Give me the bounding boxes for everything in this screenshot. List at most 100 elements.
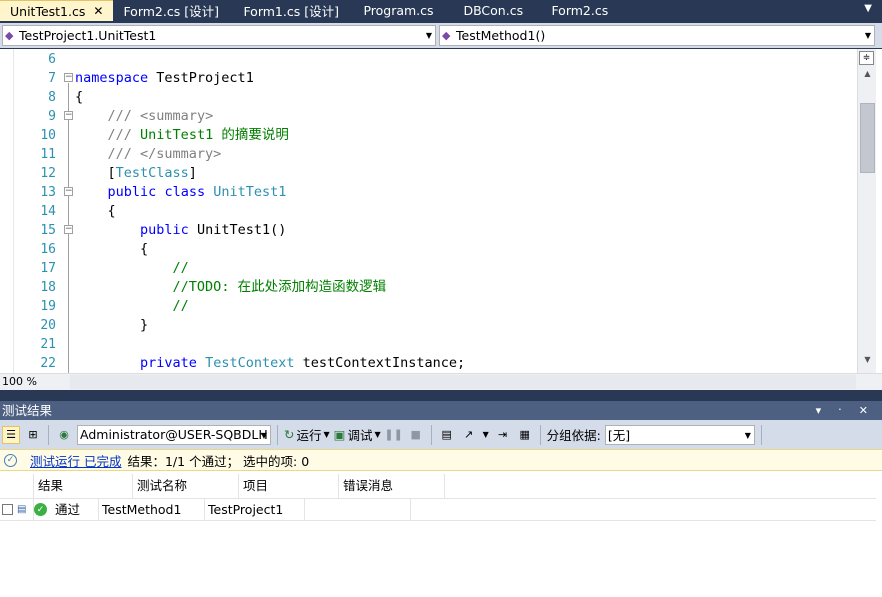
import-icon[interactable]: ▤	[438, 426, 456, 444]
tab-label: Form2.cs [设计]	[123, 4, 219, 19]
collapse-icon[interactable]: −	[64, 111, 73, 120]
code-editor[interactable]: 6 7 namespace TestProject1 8{9 /// <summary…	[0, 49, 882, 373]
fold-guide	[68, 121, 69, 161]
line-number: 13	[40, 185, 56, 200]
code-line[interactable]: 13 public class UnitTest1	[0, 183, 856, 202]
col-project[interactable]: 项目	[239, 474, 339, 498]
group-by-combo[interactable]: [无] ▼	[604, 424, 755, 445]
chevron-down-icon[interactable]: ▼	[745, 431, 751, 440]
line-number: 20	[40, 318, 56, 333]
code-text: /// UnitTest1 的摘要说明	[107, 127, 289, 143]
code-line[interactable]: 19 //	[0, 297, 856, 316]
chevron-down-icon[interactable]: ▼	[482, 426, 490, 444]
code-text: /// <summary>	[107, 108, 214, 124]
tree-view-icon[interactable]: ⊞	[24, 426, 42, 444]
pause-icon[interactable]: ❚❚	[384, 426, 402, 444]
run-button[interactable]: ↻ 运行 ▼	[284, 425, 330, 444]
server-icon[interactable]: ◉	[55, 426, 73, 444]
tab-program[interactable]: Program.cs	[353, 0, 453, 21]
group-by-value: [无]	[607, 428, 631, 443]
collapse-icon[interactable]: −	[64, 187, 73, 196]
chevron-down-icon[interactable]: ▼	[426, 31, 432, 40]
split-icon[interactable]: ≑	[859, 51, 874, 65]
publish-icon[interactable]: ⇥	[494, 426, 512, 444]
scroll-down-icon[interactable]: ▼	[858, 355, 877, 371]
scroll-thumb[interactable]	[860, 103, 875, 173]
pane-title-text: 测试结果	[2, 403, 53, 418]
tab-dbcon[interactable]: DBCon.cs	[453, 0, 541, 21]
col-error[interactable]: 错误消息	[339, 474, 445, 498]
result-text: 通过	[55, 501, 81, 517]
code-line[interactable]: 9 /// <summary>	[0, 107, 856, 126]
results-toolbar: ☰ ⊞ ◉ Administrator@USER-SQBDLH ▼ ↻ 运行 ▼ ▣…	[0, 420, 882, 449]
stop-icon[interactable]: ■	[407, 426, 425, 444]
navigation-bar: ◆ TestProject1.UnitTest1 ▼ ◆ TestMethod1…	[0, 23, 882, 48]
list-view-icon[interactable]: ☰	[2, 425, 20, 444]
line-number: 18	[40, 280, 56, 295]
col-result[interactable]: 结果	[34, 474, 133, 498]
code-line[interactable]: 8{	[0, 88, 856, 107]
tab-form1-design[interactable]: Form1.cs [设计]	[233, 0, 353, 21]
code-line[interactable]: 14 {	[0, 202, 856, 221]
export-icon[interactable]: ↗	[460, 426, 478, 444]
type-combo-value: TestProject1.UnitTest1	[19, 28, 157, 43]
pane-controls[interactable]: ▾ ᛫ ✕	[816, 401, 874, 420]
type-combo[interactable]: ◆ TestProject1.UnitTest1 ▼	[2, 25, 436, 46]
code-line[interactable]: 17 //	[0, 259, 856, 278]
line-number: 14	[40, 204, 56, 219]
tab-unittest1[interactable]: UnitTest1.cs ✕	[0, 0, 114, 21]
line-number: 21	[40, 337, 56, 352]
results-icon[interactable]: ▦	[516, 426, 534, 444]
chevron-down-icon: ▼	[374, 430, 381, 439]
chevron-down-icon: ▼	[323, 430, 330, 439]
pane-title: 测试结果 ▾ ᛫ ✕	[0, 401, 882, 420]
toolbar-separator	[760, 424, 762, 445]
cell-error	[305, 498, 411, 521]
scroll-up-icon[interactable]: ▲	[858, 69, 877, 85]
tab-label: DBCon.cs	[463, 3, 524, 18]
horizontal-scrollbar[interactable]	[70, 375, 856, 389]
col-test-name[interactable]: 测试名称	[133, 474, 239, 498]
tab-form2-design[interactable]: Form2.cs [设计]	[113, 0, 233, 21]
tab-dropdown-icon[interactable]: ▼	[864, 3, 872, 14]
collapse-icon[interactable]: −	[64, 73, 73, 82]
code-text: private TestContext testContextInstance;	[140, 355, 466, 371]
zoom-level[interactable]: 100 %	[2, 375, 37, 388]
run-config-combo[interactable]: Administrator@USER-SQBDLH ▼	[77, 424, 271, 445]
code-text: //	[172, 298, 189, 314]
code-line[interactable]: 12 [TestClass]	[0, 164, 856, 183]
table-row[interactable]: ▤ ✓ 通过 TestMethod1 TestProject1	[0, 498, 876, 521]
code-line[interactable]: 11 /// </summary>	[0, 145, 856, 164]
run-status-link[interactable]: 测试运行 已完成	[30, 451, 121, 470]
chevron-down-icon[interactable]: ▼	[865, 31, 871, 40]
line-number: 7	[48, 71, 56, 86]
run-icon: ↻	[284, 427, 295, 442]
code-line[interactable]: 21	[0, 335, 856, 354]
pass-icon: ✓	[34, 503, 47, 516]
code-text: }	[75, 317, 149, 333]
chevron-down-icon[interactable]: ▼	[261, 431, 267, 440]
toolbar-separator	[48, 424, 49, 445]
line-number: 22	[40, 356, 56, 371]
code-text: namespace TestProject1	[75, 70, 254, 86]
code-line[interactable]: 10 /// UnitTest1 的摘要说明	[0, 126, 856, 145]
grid-header: 结果 测试名称 项目 错误消息	[0, 471, 876, 499]
collapse-icon[interactable]: −	[64, 225, 73, 234]
line-number: 12	[40, 166, 56, 181]
code-line[interactable]: 15 public UnitTest1()	[0, 221, 856, 240]
vertical-scrollbar[interactable]: ≑ ▲ ▼	[857, 49, 876, 373]
run-status-text: 结果：1/1 个通过； 选中的项: 0	[127, 453, 310, 469]
close-icon[interactable]: ✕	[93, 4, 103, 18]
tab-form2[interactable]: Form2.cs	[541, 0, 631, 21]
code-text: {	[75, 89, 84, 105]
debug-button[interactable]: ▣ 调试 ▼	[334, 425, 381, 444]
run-status-bar: ✓ 测试运行 已完成 结果：1/1 个通过； 选中的项: 0	[0, 449, 882, 471]
code-line[interactable]: 18 //TODO: 在此处添加构造函数逻辑	[0, 278, 856, 297]
code-line[interactable]: 6	[0, 50, 856, 69]
code-line[interactable]: 20 }	[0, 316, 856, 335]
member-combo[interactable]: ◆ TestMethod1() ▼	[439, 25, 875, 46]
code-line[interactable]: 16 {	[0, 240, 856, 259]
results-grid: 结果 测试名称 项目 错误消息 ▤ ✓ 通过 TestMethod1 TestP…	[0, 471, 876, 521]
code-line[interactable]: 22 private TestContext testContextInstan…	[0, 354, 856, 373]
code-line[interactable]: 7 namespace TestProject1	[0, 69, 856, 88]
